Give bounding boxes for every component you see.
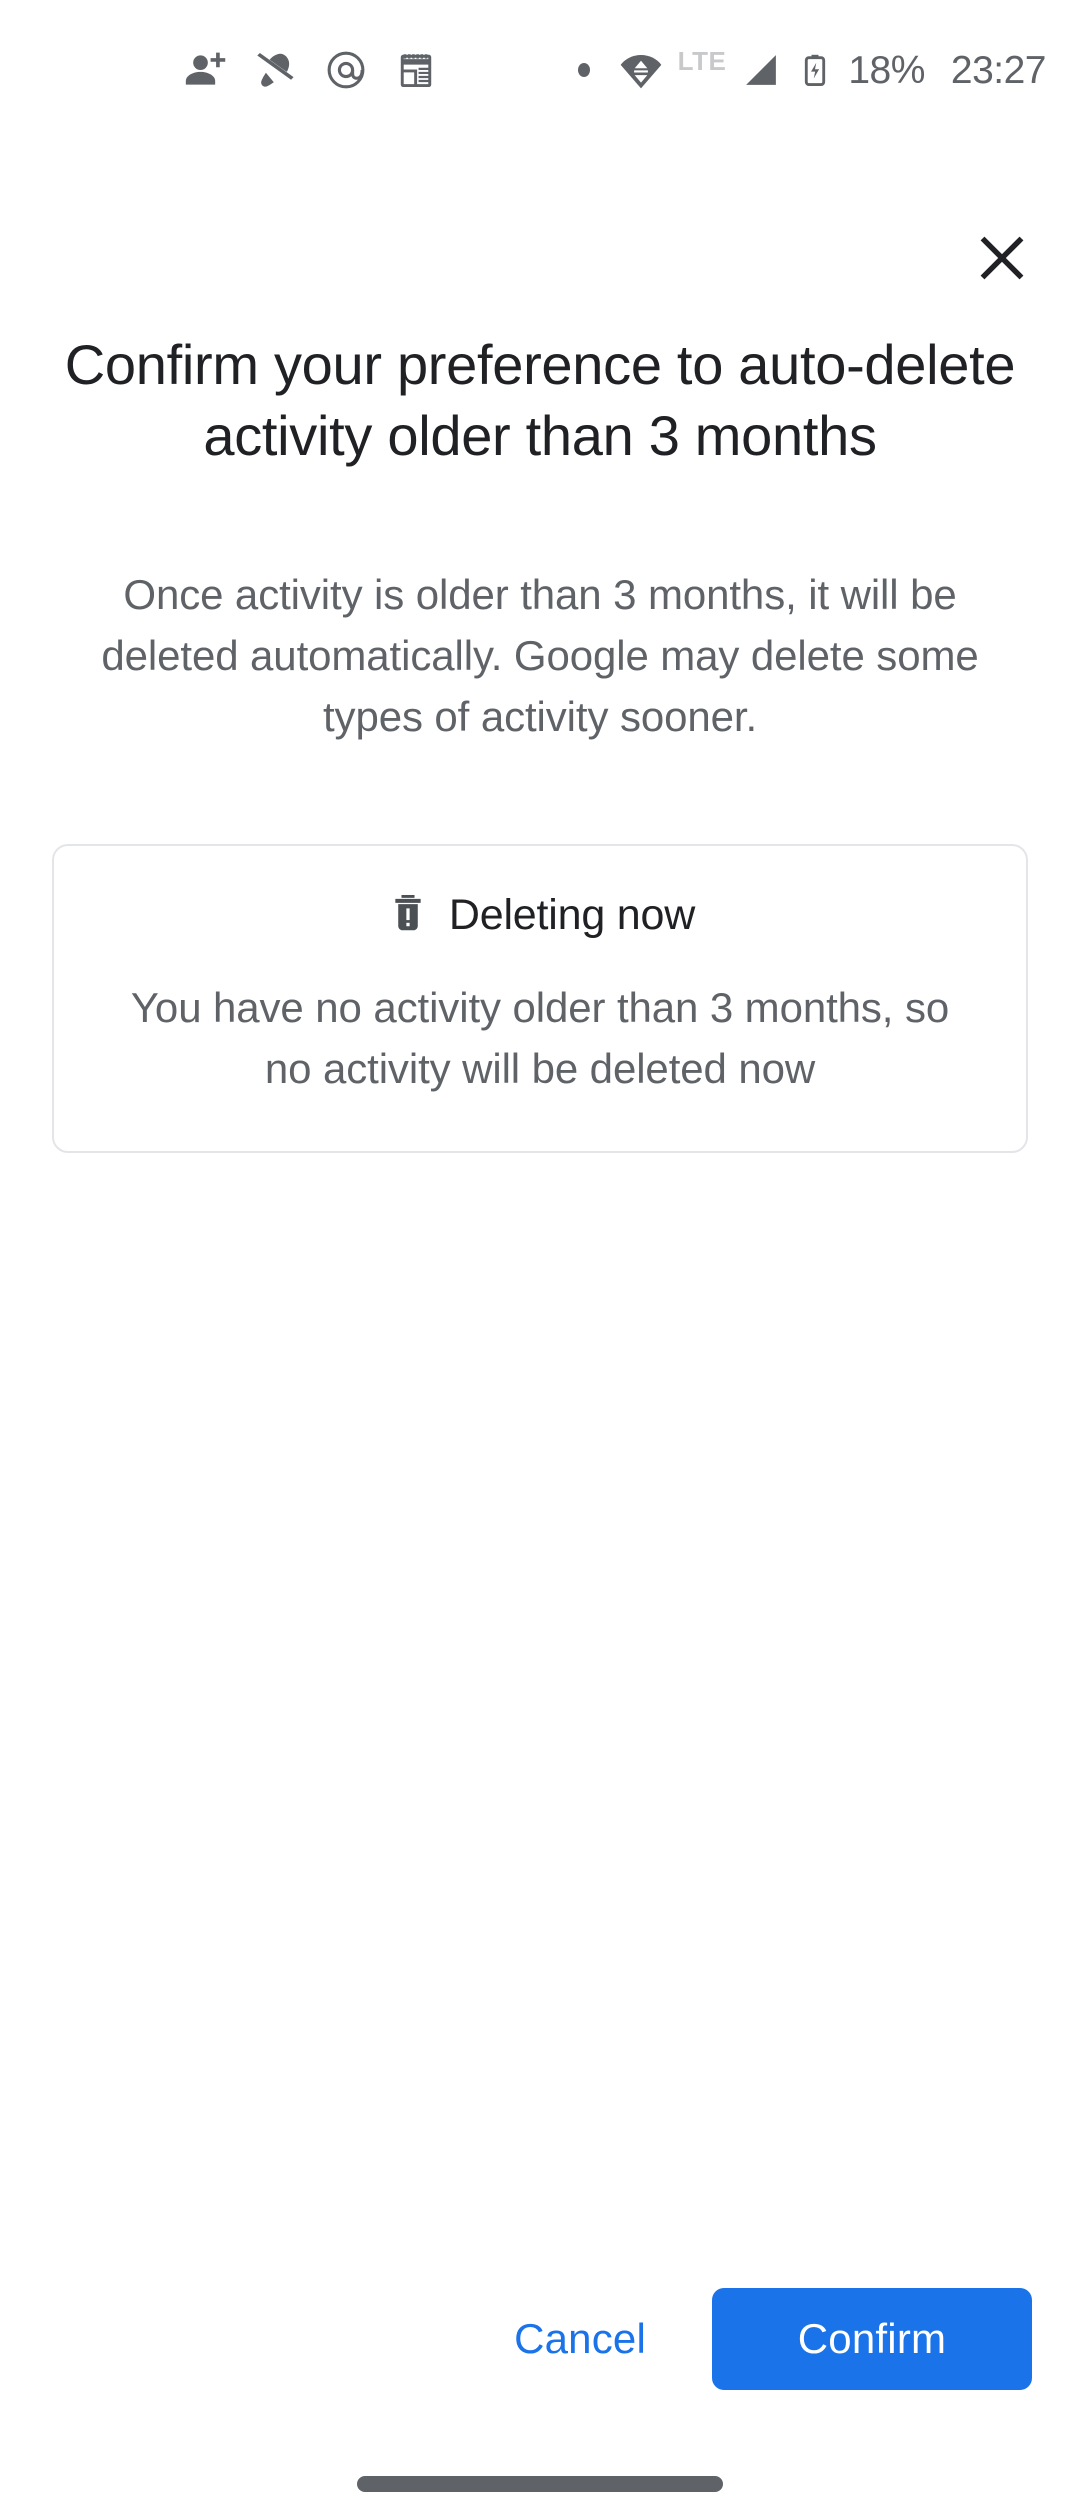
home-gesture-pill[interactable] — [357, 2476, 723, 2492]
dialog-action-bar: Cancel Confirm — [0, 2288, 1080, 2390]
person-add-icon — [184, 48, 228, 92]
status-bar-notification-icons — [184, 48, 438, 92]
confirm-button[interactable]: Confirm — [712, 2288, 1032, 2390]
clock-label: 23:27 — [950, 48, 1047, 92]
dialog-header — [0, 210, 1080, 310]
notifications-off-icon — [254, 48, 298, 92]
delete-alert-icon — [385, 890, 431, 941]
wifi-data-transfer-icon — [618, 47, 664, 93]
cancel-button[interactable]: Cancel — [496, 2296, 664, 2382]
cellular-signal-icon — [740, 49, 782, 91]
card-heading: Deleting now — [448, 890, 696, 939]
dot-indicator-icon — [577, 63, 590, 77]
status-bar: LTE 18% 23:27 — [0, 0, 1080, 140]
network-type-label: LTE — [677, 46, 727, 76]
dialog-content: Confirm your preference to auto-delete a… — [0, 330, 1080, 1154]
page-title: Confirm your preference to auto-delete a… — [64, 333, 1016, 467]
status-bar-system-icons: LTE 18% 23:27 — [577, 46, 1047, 93]
battery-charging-icon — [796, 51, 834, 89]
card-description: You have no activity older than 3 months… — [130, 983, 950, 1093]
at-mention-icon — [324, 48, 368, 92]
deleting-now-card: Deleting now You have no activity older … — [52, 843, 1028, 1154]
close-button[interactable] — [952, 210, 1052, 310]
dialog-description: Once activity is older than 3 months, it… — [101, 571, 979, 740]
notepad-icon — [394, 48, 438, 92]
card-header: Deleting now — [94, 890, 986, 941]
close-icon — [971, 227, 1033, 294]
battery-percentage-label: 18% — [848, 48, 925, 92]
